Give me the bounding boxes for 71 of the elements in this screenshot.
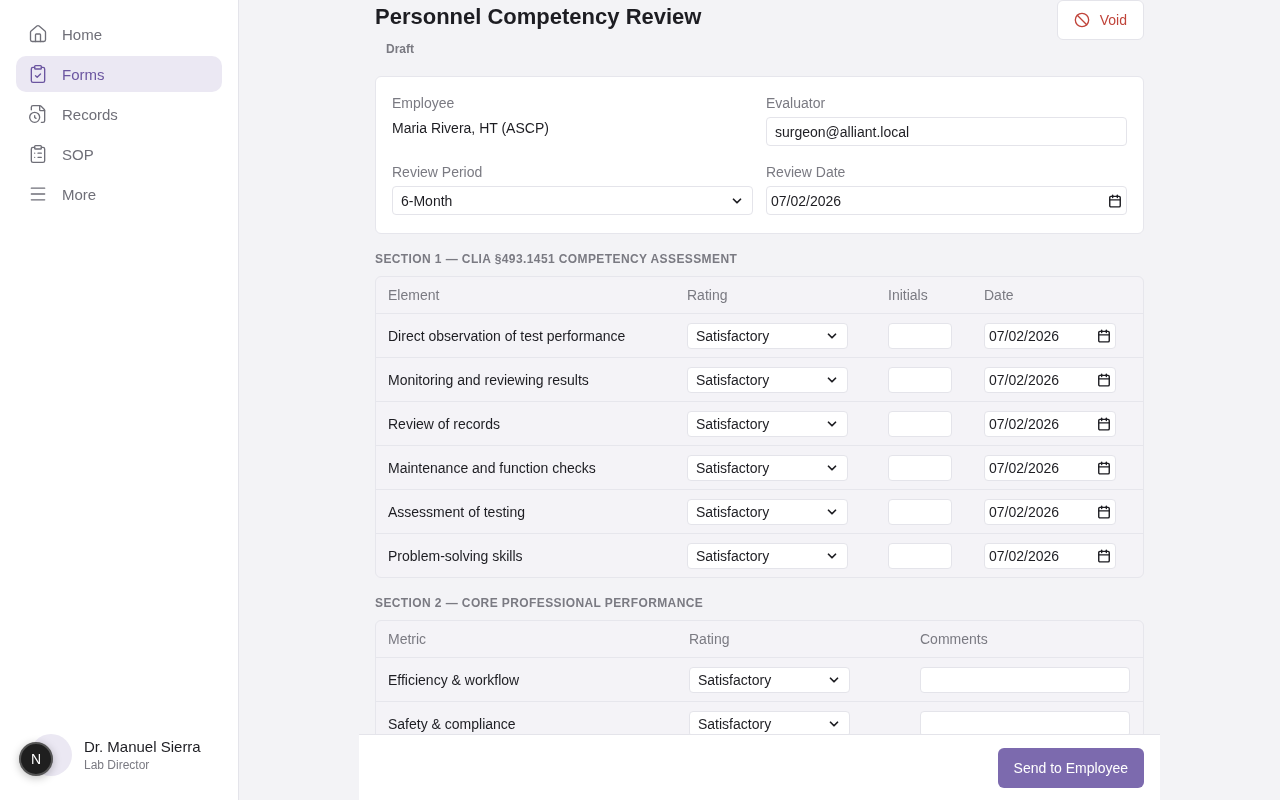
- column-header: Comments: [920, 631, 989, 647]
- employee-name: Maria Rivera, HT (ASCP): [392, 119, 550, 136]
- column-header: Date: [984, 287, 1015, 303]
- initials-field[interactable]: [888, 366, 952, 393]
- comments-field[interactable]: [920, 666, 1130, 693]
- user-role: Lab Director: [84, 758, 151, 772]
- sidebar-item[interactable]: More: [16, 176, 222, 212]
- table-cell-text: Monitoring and reviewing results: [388, 371, 590, 388]
- field-label: Employee: [392, 95, 456, 111]
- table-cell-text: Problem-solving skills: [388, 547, 524, 564]
- calendar-icon: [1097, 460, 1111, 475]
- clipboard-check-icon: [28, 64, 48, 84]
- column-header: Rating: [687, 287, 729, 303]
- section-title: SECTION 1 — CLIA §493.1451 COMPETENCY ASSESSMENT: [375, 252, 739, 266]
- dev-badge[interactable]: N: [19, 742, 53, 776]
- initials-field[interactable]: [888, 322, 952, 349]
- sidebar-item[interactable]: Home: [16, 16, 222, 52]
- table-cell-text: Assessment of testing: [388, 503, 526, 520]
- initials-field[interactable]: [888, 410, 952, 437]
- clipboard-list-icon: [28, 144, 48, 164]
- sidebar-item[interactable]: Forms: [16, 56, 222, 92]
- date-field[interactable]: 07/02/2026: [766, 186, 1127, 215]
- initials-field[interactable]: [888, 498, 952, 525]
- void-button[interactable]: Void: [1056, 0, 1144, 40]
- rating-select[interactable]: Satisfactory: [689, 710, 850, 734]
- sidebar-item[interactable]: Records: [16, 96, 222, 132]
- rating-select[interactable]: Satisfactory: [689, 666, 850, 693]
- ban-icon: [1073, 12, 1090, 28]
- calendar-icon: [1097, 416, 1111, 431]
- table-cell-text: Safety & compliance: [388, 715, 517, 732]
- date-field[interactable]: 07/02/2026: [984, 498, 1116, 525]
- rating-select[interactable]: Satisfactory: [687, 454, 848, 481]
- sidebar-item[interactable]: SOP: [16, 136, 222, 172]
- status-label: Draft: [386, 42, 415, 56]
- send-button[interactable]: Send to Employee: [997, 747, 1144, 788]
- date-field[interactable]: 07/02/2026: [984, 542, 1116, 569]
- section-title: SECTION 2 — CORE PROFESSIONAL PERFORMANCE: [375, 596, 705, 610]
- calendar-icon: [1108, 193, 1122, 208]
- evaluator-field[interactable]: surgeon@alliant.local: [766, 117, 1127, 146]
- rating-select[interactable]: Satisfactory: [687, 366, 848, 393]
- page-title: Personnel Competency Review: [375, 4, 702, 30]
- table-cell-text: Review of records: [388, 415, 502, 432]
- table-cell-text: Direct observation of test performance: [388, 327, 627, 344]
- table-cell-text: Maintenance and function checks: [388, 459, 597, 476]
- calendar-icon: [1097, 504, 1111, 519]
- review-period-select[interactable]: 6-Month: [392, 186, 753, 215]
- field-label: Review Date: [766, 164, 847, 180]
- initials-field[interactable]: [888, 454, 952, 481]
- user-name: Dr. Manuel Sierra: [84, 738, 201, 755]
- field-label: Evaluator: [766, 95, 827, 111]
- table-cell-text: Efficiency & workflow: [388, 671, 521, 688]
- column-header: Metric: [388, 631, 428, 647]
- comments-field[interactable]: [920, 710, 1130, 734]
- calendar-icon: [1097, 372, 1111, 387]
- calendar-icon: [1097, 328, 1111, 343]
- home-icon: [28, 24, 48, 44]
- column-header: Initials: [888, 287, 929, 303]
- initials-field[interactable]: [888, 542, 952, 569]
- rating-select[interactable]: Satisfactory: [687, 498, 848, 525]
- column-header: Element: [388, 287, 441, 303]
- date-field[interactable]: 07/02/2026: [984, 454, 1116, 481]
- column-header: Rating: [689, 631, 731, 647]
- field-label: Review Period: [392, 164, 484, 180]
- date-field[interactable]: 07/02/2026: [984, 410, 1116, 437]
- date-field[interactable]: 07/02/2026: [984, 322, 1116, 349]
- rating-select[interactable]: Satisfactory: [687, 410, 848, 437]
- rating-select[interactable]: Satisfactory: [687, 322, 848, 349]
- calendar-icon: [1097, 548, 1111, 563]
- file-clock-icon: [28, 104, 48, 124]
- date-field[interactable]: 07/02/2026: [984, 366, 1116, 393]
- rating-select[interactable]: Satisfactory: [687, 542, 848, 569]
